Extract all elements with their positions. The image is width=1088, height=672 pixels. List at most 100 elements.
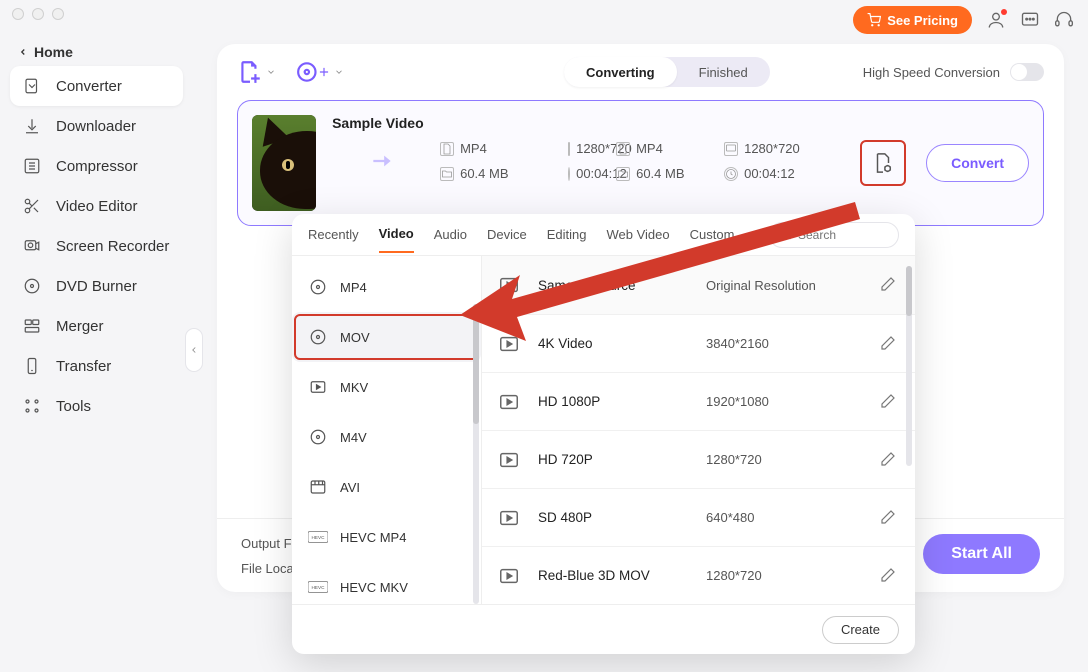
- high-speed-conversion: High Speed Conversion: [863, 63, 1044, 81]
- disc-icon: [308, 327, 328, 347]
- file-gear-icon: [872, 152, 894, 174]
- tab-editing[interactable]: Editing: [547, 217, 587, 252]
- sidebar-item-label: Downloader: [56, 118, 136, 135]
- converter-icon: [22, 76, 42, 96]
- sidebar-item-downloader[interactable]: Downloader: [10, 106, 183, 146]
- sidebar-item-compressor[interactable]: Compressor: [10, 146, 183, 186]
- edit-preset-button[interactable]: [879, 334, 899, 354]
- dst-duration: 00:04:12: [724, 166, 844, 181]
- svg-text:HEVC: HEVC: [312, 585, 326, 590]
- hevc-icon: HEVC: [308, 577, 328, 597]
- format-picker-popup: Recently Video Audio Device Editing Web …: [292, 214, 915, 654]
- account-icon[interactable]: [986, 10, 1006, 30]
- feedback-icon[interactable]: [1020, 10, 1040, 30]
- sidebar-item-screen-recorder[interactable]: Screen Recorder: [10, 226, 183, 266]
- chevron-left-icon: [18, 47, 28, 57]
- resolution-item-720p[interactable]: HD 720P 1280*720: [482, 430, 915, 488]
- file-icon: [616, 142, 630, 156]
- sidebar-item-label: Tools: [56, 398, 91, 415]
- hsc-toggle[interactable]: [1010, 63, 1044, 81]
- tab-recently[interactable]: Recently: [308, 217, 359, 252]
- file-meta: Sample Video MP4 1280*720 MP4 1280*720 6…: [332, 115, 844, 211]
- tab-finished[interactable]: Finished: [677, 57, 770, 87]
- video-icon: [498, 449, 520, 471]
- resolution-item-source[interactable]: Same as source Original Resolution: [482, 256, 915, 314]
- resolution-list: Same as source Original Resolution 4K Vi…: [482, 256, 915, 604]
- chevron-down-icon: [334, 67, 344, 77]
- video-thumbnail[interactable]: [252, 115, 316, 211]
- monitor-icon: [568, 142, 570, 156]
- sidebar-item-converter[interactable]: Converter: [10, 66, 183, 106]
- edit-preset-button[interactable]: [879, 450, 899, 470]
- scissors-icon: [22, 196, 42, 216]
- format-item-avi[interactable]: AVI: [292, 462, 481, 512]
- tab-video[interactable]: Video: [379, 216, 414, 253]
- svg-text:HEVC: HEVC: [312, 535, 326, 540]
- sidebar-item-merger[interactable]: Merger: [10, 306, 183, 346]
- format-item-m4v[interactable]: M4V: [292, 412, 481, 462]
- format-item-hevc-mp4[interactable]: HEVCHEVC MP4: [292, 512, 481, 562]
- edit-preset-button[interactable]: [879, 392, 899, 412]
- format-item-hevc-mkv[interactable]: HEVCHEVC MKV: [292, 562, 481, 604]
- file-card[interactable]: Sample Video MP4 1280*720 MP4 1280*720 6…: [237, 100, 1044, 226]
- tab-audio[interactable]: Audio: [434, 217, 467, 252]
- sidebar-item-transfer[interactable]: Transfer: [10, 346, 183, 386]
- sidebar-item-label: Converter: [56, 78, 122, 95]
- folder-icon: [440, 167, 454, 181]
- format-search-input[interactable]: [798, 228, 888, 242]
- video-icon: [498, 333, 520, 355]
- screen-recorder-icon: [22, 236, 42, 256]
- minimize-window-icon[interactable]: [32, 8, 44, 20]
- tab-converting[interactable]: Converting: [564, 57, 677, 87]
- create-preset-button[interactable]: Create: [822, 616, 899, 644]
- format-item-mov[interactable]: MOV: [292, 312, 481, 362]
- sidebar-item-label: DVD Burner: [56, 278, 137, 295]
- merger-icon: [22, 316, 42, 336]
- toolbar: Converting Finished High Speed Conversio…: [217, 44, 1064, 100]
- status-segment: Converting Finished: [564, 57, 770, 87]
- format-item-mkv[interactable]: MKV: [292, 362, 481, 412]
- close-window-icon[interactable]: [12, 8, 24, 20]
- hevc-icon: HEVC: [308, 527, 328, 547]
- hsc-label: High Speed Conversion: [863, 65, 1000, 80]
- tab-custom[interactable]: Custom: [690, 217, 735, 252]
- sidebar-item-label: Screen Recorder: [56, 238, 169, 255]
- start-all-button[interactable]: Start All: [923, 534, 1040, 574]
- home-link[interactable]: Home: [10, 38, 183, 66]
- sidebar-item-video-editor[interactable]: Video Editor: [10, 186, 183, 226]
- format-category-tabs: Recently Video Audio Device Editing Web …: [292, 214, 915, 256]
- film-icon: [308, 477, 328, 497]
- edit-preset-button[interactable]: [879, 275, 899, 295]
- format-list: MP4 MOV MKV M4V AVI HEVCHEVC MP4 HEVCHEV…: [292, 256, 482, 604]
- downloader-icon: [22, 116, 42, 136]
- chevron-down-icon: [266, 67, 276, 77]
- output-settings-button[interactable]: [860, 140, 906, 186]
- resolution-item-1080p[interactable]: HD 1080P 1920*1080: [482, 372, 915, 430]
- clock-icon: [724, 167, 738, 181]
- format-search[interactable]: [769, 222, 899, 248]
- resolution-scrollbar[interactable]: [906, 266, 912, 466]
- support-icon[interactable]: [1054, 10, 1074, 30]
- file-icon: [440, 142, 454, 156]
- src-format: MP4: [440, 141, 560, 156]
- sidebar-item-label: Video Editor: [56, 198, 137, 215]
- convert-button[interactable]: Convert: [926, 144, 1029, 182]
- tab-webvideo[interactable]: Web Video: [607, 217, 670, 252]
- edit-preset-button[interactable]: [879, 508, 899, 528]
- video-icon: [498, 391, 520, 413]
- add-file-button[interactable]: [237, 59, 276, 85]
- sidebar-item-tools[interactable]: Tools: [10, 386, 183, 426]
- tab-device[interactable]: Device: [487, 217, 527, 252]
- resolution-item-3d[interactable]: Red-Blue 3D MOV 1280*720: [482, 546, 915, 604]
- format-item-mp4[interactable]: MP4: [292, 262, 481, 312]
- resolution-item-4k[interactable]: 4K Video 3840*2160: [482, 314, 915, 372]
- edit-preset-button[interactable]: [879, 566, 899, 586]
- dst-size: 60.4 MB: [616, 166, 716, 181]
- add-disc-button[interactable]: [296, 59, 344, 85]
- resolution-item-480p[interactable]: SD 480P 640*480: [482, 488, 915, 546]
- sidebar-item-dvd-burner[interactable]: DVD Burner: [10, 266, 183, 306]
- file-title: Sample Video: [332, 115, 844, 131]
- cart-icon: [867, 13, 881, 27]
- maximize-window-icon[interactable]: [52, 8, 64, 20]
- search-icon: [780, 228, 792, 241]
